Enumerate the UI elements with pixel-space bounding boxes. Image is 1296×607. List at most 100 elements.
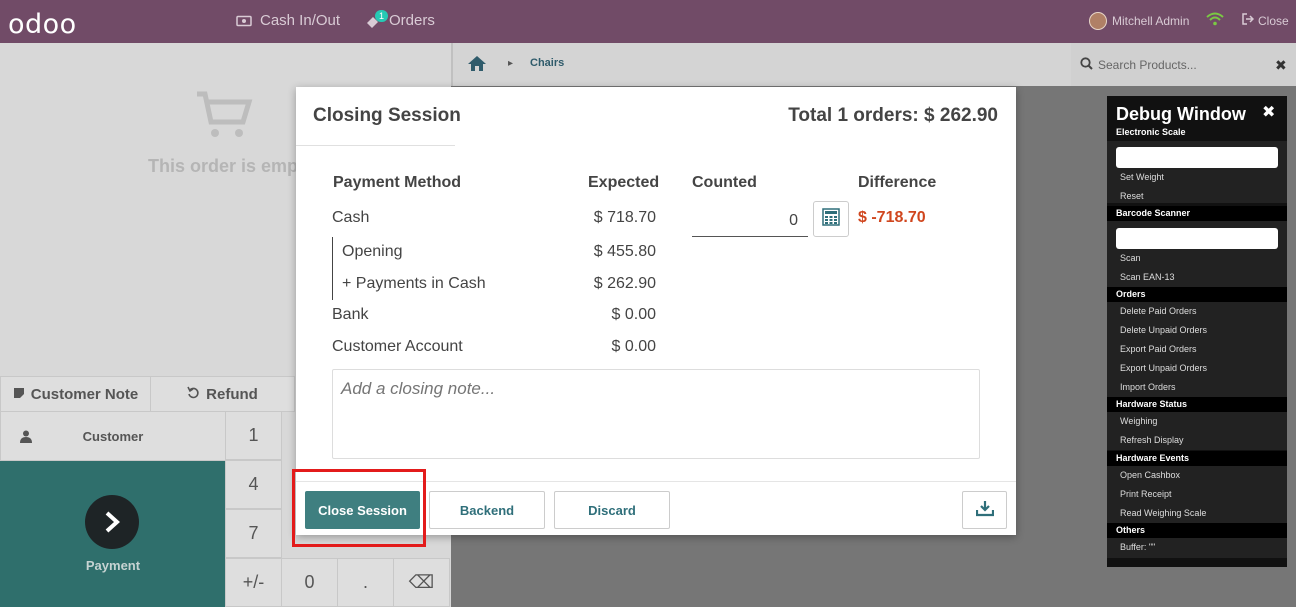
numpad-key-7[interactable]: 7 xyxy=(225,509,282,558)
close-label: Close xyxy=(1258,13,1289,28)
breadcrumb-category[interactable]: Chairs xyxy=(530,57,564,69)
dialog-title: Closing Session xyxy=(313,105,461,126)
cash-in-out-label: Cash In/Out xyxy=(260,12,341,29)
delete-unpaid-orders-button[interactable]: Delete Unpaid Orders xyxy=(1120,325,1207,335)
payment-label: Payment xyxy=(85,558,141,573)
customer-note-button[interactable]: Customer Note xyxy=(0,376,151,412)
customer-note-label: Customer Note xyxy=(30,385,139,403)
orders-total: Total 1 orders: $ 262.90 xyxy=(788,105,998,126)
debug-section-electronic-scale: Electronic Scale xyxy=(1116,127,1186,137)
debug-window: Debug Window ✖ Electronic Scale Set Weig… xyxy=(1107,96,1287,567)
orders-button[interactable]: 1 Orders xyxy=(365,9,435,29)
debug-title: Debug Window xyxy=(1116,104,1246,124)
search-icon xyxy=(1080,57,1093,75)
caret-right-icon: ▸ xyxy=(508,58,514,69)
debug-section-orders: Orders xyxy=(1107,287,1287,302)
breadcrumb: ▸ Chairs xyxy=(451,43,1071,86)
customer-account-expected: $ 0.00 xyxy=(611,338,656,355)
backend-button[interactable]: Backend xyxy=(429,491,545,529)
closing-session-dialog: Closing Session Total 1 orders: $ 262.90… xyxy=(296,87,1016,535)
refund-button[interactable]: Refund xyxy=(150,376,295,412)
cash-detail-divider xyxy=(332,237,333,300)
header-expected: Expected xyxy=(588,174,660,191)
cash-difference: $ -718.70 xyxy=(858,209,926,226)
scan-button[interactable]: Scan xyxy=(1120,253,1141,263)
customer-label: Customer xyxy=(82,428,144,444)
method-customer-account: Customer Account xyxy=(332,338,463,355)
close-session-button[interactable]: Close Session xyxy=(305,491,420,529)
cash-opening-label: Opening xyxy=(342,243,403,260)
import-orders-button[interactable]: Import Orders xyxy=(1120,382,1176,392)
calculator-icon xyxy=(822,207,840,231)
payment-button[interactable]: Payment xyxy=(0,461,226,607)
empty-order-text: This order is empty xyxy=(148,156,315,176)
header-counted: Counted xyxy=(692,174,757,191)
odoo-logo: odoo xyxy=(8,9,77,40)
header-difference: Difference xyxy=(858,174,937,191)
user-name: Mitchell Admin xyxy=(1112,14,1190,28)
footer-divider xyxy=(296,481,1016,482)
method-bank: Bank xyxy=(332,306,369,323)
home-icon[interactable] xyxy=(467,55,487,77)
scan-ean13-button[interactable]: Scan EAN-13 xyxy=(1120,272,1175,282)
customer-button[interactable]: Customer xyxy=(0,411,226,461)
download-button[interactable] xyxy=(962,491,1007,529)
cash-opening-amount: $ 455.80 xyxy=(593,243,656,260)
search-input[interactable]: Search Products... xyxy=(1098,58,1197,72)
undo-icon xyxy=(187,386,200,403)
clear-search-icon[interactable]: ✖ xyxy=(1275,57,1287,74)
debug-section-hardware-status: Hardware Status xyxy=(1107,397,1287,412)
barcode-input[interactable] xyxy=(1116,228,1278,249)
export-unpaid-orders-button[interactable]: Export Unpaid Orders xyxy=(1120,363,1207,373)
title-divider xyxy=(296,145,455,146)
closing-note-field[interactable] xyxy=(332,369,980,459)
refresh-display-button[interactable]: Refresh Display xyxy=(1120,435,1184,445)
print-receipt-button[interactable]: Print Receipt xyxy=(1120,489,1172,499)
bank-expected: $ 0.00 xyxy=(611,306,656,323)
close-icon[interactable]: ✖ xyxy=(1262,102,1275,122)
chevron-right-icon xyxy=(85,495,139,549)
method-cash: Cash xyxy=(332,209,370,226)
numpad-key-backspace[interactable]: ⌫ xyxy=(393,558,450,607)
download-icon xyxy=(975,500,994,520)
wifi-icon xyxy=(1206,12,1224,31)
numpad-key-0[interactable]: 0 xyxy=(281,558,338,607)
top-bar: odoo Cash In/Out 1 Orders Mitchell Admin… xyxy=(0,0,1296,43)
cash-in-out-button[interactable]: Cash In/Out xyxy=(236,12,340,29)
ticket-icon: 1 xyxy=(365,9,389,28)
refund-label: Refund xyxy=(206,385,258,403)
user-icon xyxy=(20,430,32,446)
discard-button[interactable]: Discard xyxy=(554,491,670,529)
product-search-bar: Search Products... ✖ xyxy=(1071,43,1296,86)
money-icon xyxy=(236,15,252,27)
open-cashbox-button[interactable]: Open Cashbox xyxy=(1120,470,1180,480)
numpad-key-decimal[interactable]: . xyxy=(337,558,394,607)
sign-out-icon xyxy=(1242,13,1255,28)
buffer-readout: Buffer: "" xyxy=(1120,542,1156,552)
numpad-key-4[interactable]: 4 xyxy=(225,460,282,509)
read-weighing-scale-button[interactable]: Read Weighing Scale xyxy=(1120,508,1206,518)
avatar xyxy=(1089,12,1107,30)
weighing-button[interactable]: Weighing xyxy=(1120,416,1157,426)
delete-paid-orders-button[interactable]: Delete Paid Orders xyxy=(1120,306,1197,316)
close-pos-button[interactable]: Close xyxy=(1242,13,1289,28)
calculator-button[interactable] xyxy=(813,201,849,237)
debug-section-hardware-events: Hardware Events xyxy=(1107,451,1287,466)
cash-expected: $ 718.70 xyxy=(593,209,656,226)
weight-input[interactable] xyxy=(1116,147,1278,168)
debug-section-others: Others xyxy=(1107,523,1287,538)
cart-icon xyxy=(195,90,253,145)
numpad-key-1[interactable]: 1 xyxy=(225,411,282,460)
numpad-key-plus-minus[interactable]: +/- xyxy=(225,558,282,607)
export-paid-orders-button[interactable]: Export Paid Orders xyxy=(1120,344,1197,354)
reset-button[interactable]: Reset xyxy=(1120,191,1144,201)
counted-cash-input[interactable] xyxy=(692,206,808,237)
note-icon xyxy=(13,386,25,403)
user-menu[interactable]: Mitchell Admin xyxy=(1089,12,1189,30)
debug-section-barcode: Barcode Scanner xyxy=(1107,206,1287,221)
set-weight-button[interactable]: Set Weight xyxy=(1120,172,1164,182)
orders-count-badge: 1 xyxy=(375,9,389,22)
orders-label: Orders xyxy=(389,12,435,29)
header-payment-method: Payment Method xyxy=(333,174,462,191)
payments-in-cash-amount: $ 262.90 xyxy=(593,275,656,292)
